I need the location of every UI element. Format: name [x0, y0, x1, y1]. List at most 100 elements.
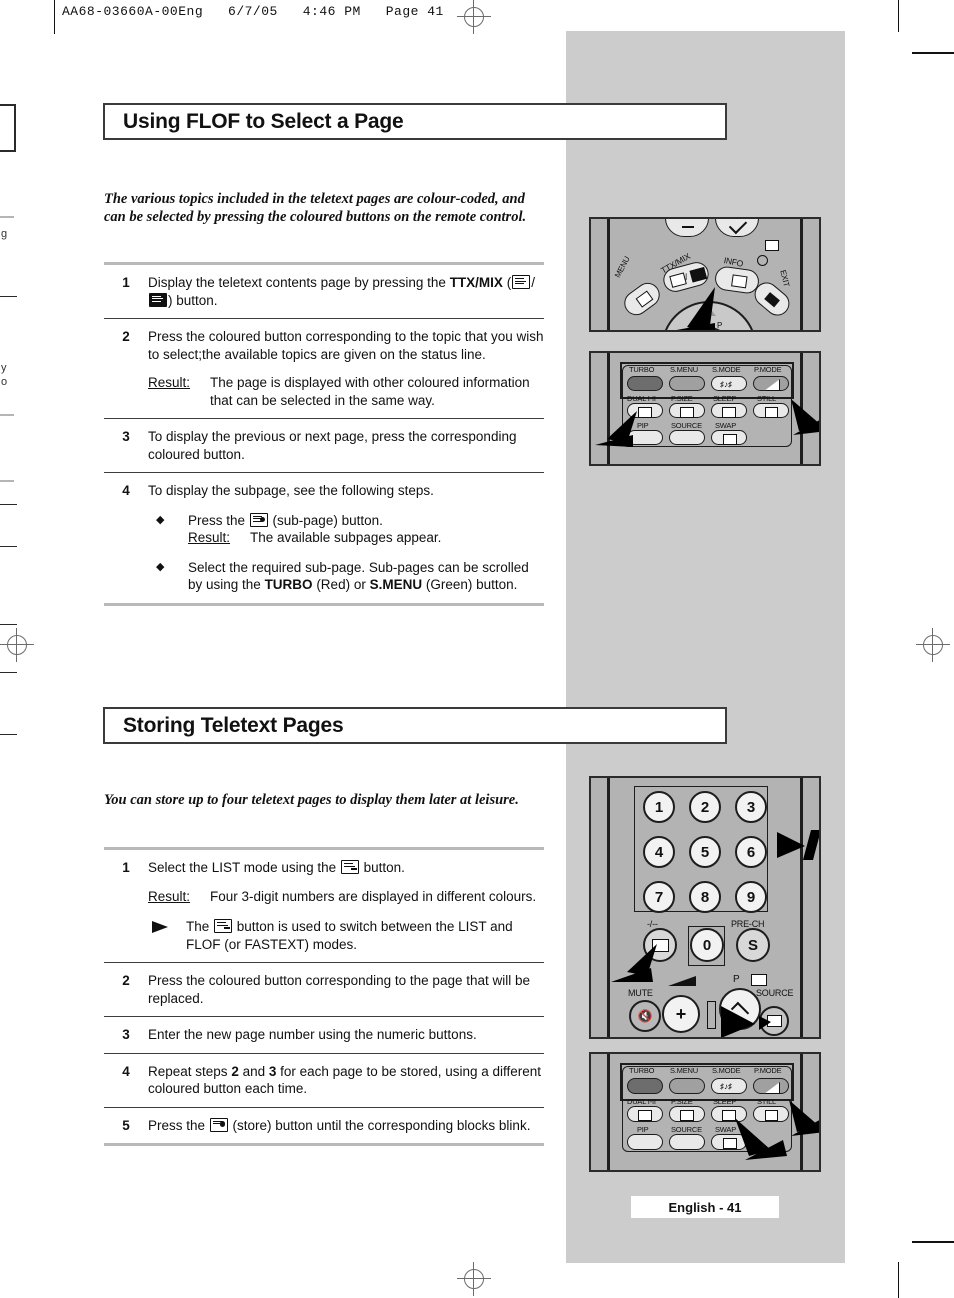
step-number: 1: [122, 860, 130, 875]
bleed-dash-1: [0, 216, 14, 218]
smode-button: ♯♪♯: [711, 376, 747, 391]
pip-button: [627, 1134, 663, 1150]
step-list-bottom-rule: [104, 1143, 544, 1146]
psize-label: P.SIZE: [671, 1097, 693, 1106]
step-number: 3: [122, 1027, 130, 1042]
smode-button: ♯♪♯: [711, 1078, 747, 1094]
bleed-box-fragment: [0, 104, 16, 152]
swap-button: [711, 430, 747, 445]
step-list-storing: 1 Select the LIST mode using the button.…: [104, 847, 544, 1146]
bullet-item: ◆ Press the (sub-page) button. Result: T…: [148, 512, 544, 547]
step-number: 3: [122, 429, 130, 444]
crop-mark-bottom-right-vertical: [898, 1262, 899, 1298]
prech-label: PRE-CH: [731, 919, 765, 929]
section-title-flof: Using FLOF to Select a Page: [123, 109, 404, 133]
bullet1-text-after: (sub-page) button.: [268, 512, 383, 528]
bullet-item: ◆ Select the required sub-page. Sub-page…: [148, 559, 544, 594]
bullet2-mid: (Red) or: [312, 577, 370, 592]
note-row: The button is used to switch between the…: [148, 918, 544, 953]
crop-mark-top-right-horizontal: [912, 52, 954, 54]
smenu-label: S.MENU: [670, 1066, 698, 1075]
dual-label: DUAL I-II: [627, 1097, 656, 1106]
key-4: 4: [643, 836, 675, 868]
key-3: 3: [735, 791, 767, 823]
result-row: Result: The available subpages appear.: [188, 529, 544, 547]
result-text: Four 3-digit numbers are displayed in di…: [210, 888, 537, 904]
step-number: 2: [122, 973, 130, 988]
swap-label: SWAP: [715, 421, 737, 430]
step-number: 4: [122, 483, 130, 498]
crop-mark-top-right-vertical: [898, 0, 899, 32]
diamond-bullet-icon: ◆: [156, 513, 165, 526]
sleep-label: SLEEP: [713, 1097, 737, 1106]
key-6: 6: [735, 836, 767, 868]
step-text: Repeat steps 2 and 3 for each page to be…: [148, 1063, 544, 1098]
info-circle-icon: [757, 255, 768, 266]
bleed-text-fragment-2: y: [1, 362, 7, 374]
page-number-badge: English - 41: [631, 1196, 779, 1218]
step4-text: To display the subpage, see the followin…: [148, 483, 434, 498]
step-list-bottom-rule: [104, 602, 544, 606]
s2step4-text-a: Repeat steps: [148, 1063, 232, 1079]
result-label: Result:: [188, 530, 231, 545]
key-7: 7: [643, 881, 675, 913]
list-mode-icon: [214, 919, 233, 933]
proof-header-text: AA68-03660A-00Eng 6/7/05 4:46 PM Page 41: [62, 4, 444, 19]
bleed-rule-6: [0, 734, 17, 735]
step1-text-end: ) button.: [168, 292, 218, 308]
program-label: P: [733, 974, 740, 985]
bullet2-text-after: (Green) button.: [422, 577, 518, 592]
step-item: 2 Press the coloured button correspondin…: [104, 319, 544, 418]
source-label: SOURCE: [756, 988, 794, 998]
step-list-flof: 1 Display the teletext contents page by …: [104, 262, 544, 606]
remote-illustration-functions-bottom: TURBO S.MENU S.MODE P.MODE ♯♪♯ DUAL I-II…: [589, 1052, 821, 1172]
pointer-arrow-ttxmix: [676, 287, 715, 330]
dual-button: [627, 1106, 663, 1122]
remote-illustration-nav: MENU TTX/MIX / INFO EXIT P: [589, 217, 821, 332]
s2step4-bold-2: 2: [231, 1063, 239, 1079]
bleed-rule-2: [0, 504, 17, 505]
step-number: 5: [122, 1117, 130, 1133]
remote-illustration-functions-top: TURBO S.MENU S.MODE P.MODE ♯♪♯ DUAL I-II…: [589, 351, 821, 466]
smenu-button: [669, 1078, 705, 1094]
turbo-label: TURBO: [629, 1066, 655, 1075]
s2step4-text-b: and: [238, 1063, 269, 1079]
dual-label: DUAL I-II: [627, 394, 656, 403]
bullet2-bold-turbo: TURBO: [264, 577, 313, 592]
registration-mark-left: [0, 628, 34, 662]
key-1: 1: [643, 791, 675, 823]
step-number: 4: [122, 1063, 130, 1079]
bleed-rule-5: [0, 672, 17, 673]
teletext-mix-icon: [149, 292, 167, 307]
pointer-arrow-dual: [595, 411, 637, 447]
smenu-button: [669, 376, 705, 391]
pointer-arrow-pmode: [791, 399, 819, 435]
bleed-dash-3: [0, 480, 14, 482]
key-0: 0: [690, 928, 724, 962]
step-item: 3 To display the previous or next page, …: [104, 419, 544, 472]
registration-mark-right: [916, 628, 950, 662]
source-label: SOURCE: [671, 421, 702, 430]
store-icon: [209, 1117, 228, 1132]
smode-label: S.MODE: [712, 1066, 741, 1075]
note-text-before: The: [186, 919, 214, 934]
result-text: The page is displayed with other coloure…: [210, 375, 530, 408]
key-5: 5: [689, 836, 721, 868]
psize-button: [669, 403, 705, 418]
s2step5-text-before: Press the: [148, 1117, 209, 1133]
pointer-arrow-sleep: [735, 1118, 787, 1160]
s2step1-text-before: Select the LIST mode using the: [148, 860, 340, 875]
remote-illustration-keypad: 1 2 3 4 5 6 7 8 9 -/-- PRE-CH 0 S MUTE 🔇…: [589, 776, 821, 1039]
result-label: Result:: [148, 888, 191, 904]
crop-mark-bottom-right-horizontal: [912, 1241, 954, 1243]
registration-mark-top: [457, 0, 491, 34]
pre-ch-button: S: [736, 928, 770, 962]
teletext-small-icon: [765, 240, 779, 251]
step-item: 2 Press the coloured button correspondin…: [104, 963, 544, 1016]
key-8: 8: [689, 881, 721, 913]
key-2: 2: [689, 791, 721, 823]
smenu-label: S.MENU: [670, 365, 698, 374]
key-9: 9: [735, 881, 767, 913]
teletext-small-icon: [751, 974, 767, 986]
turbo-button: [627, 1078, 663, 1094]
